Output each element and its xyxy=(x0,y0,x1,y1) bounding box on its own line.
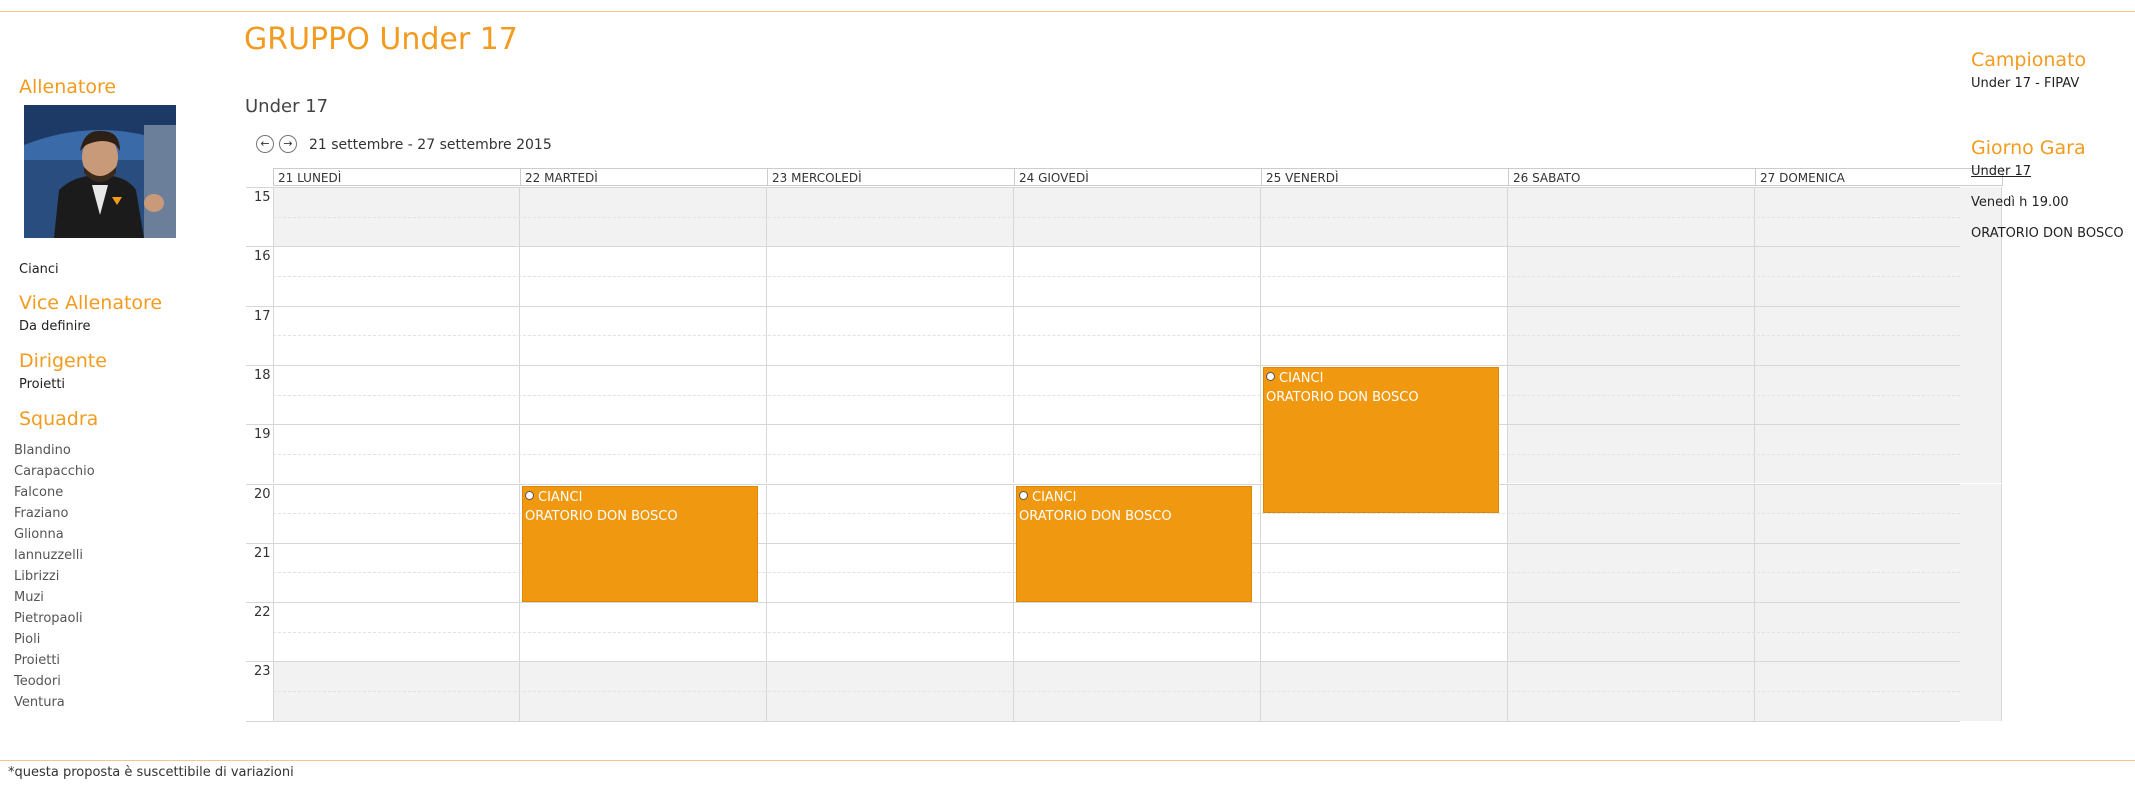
player-item: Blandino xyxy=(14,443,71,458)
calendar-event[interactable]: CIANCI ORATORIO DON BOSCO xyxy=(1016,485,1252,603)
hour-label: 15 xyxy=(254,190,271,205)
team-title: Squadra xyxy=(19,408,99,430)
event-place: ORATORIO DON BOSCO xyxy=(1266,389,1419,405)
date-range: 21 settembre - 27 settembre 2015 xyxy=(309,137,552,153)
vice-coach-title: Vice Allenatore xyxy=(19,292,163,314)
grid-bottom-line xyxy=(246,720,1960,722)
day-header: 26 SABATO xyxy=(1508,168,1756,186)
event-coach: CIANCI xyxy=(1032,489,1077,505)
coach-name: Cianci xyxy=(19,262,59,277)
player-item: Falcone xyxy=(14,485,64,500)
league-value: Under 17 - FIPAV xyxy=(1971,76,2080,91)
league-title: Campionato xyxy=(1971,49,2087,71)
vice-coach-name: Da definire xyxy=(19,319,91,334)
match-time: Venedì h 19.00 xyxy=(1971,195,2069,210)
footnote: *questa proposta è suscettibile di varia… xyxy=(8,765,294,780)
player-item: Pietropaoli xyxy=(14,611,83,626)
hour-label: 22 xyxy=(254,605,271,621)
match-group-link[interactable]: Under 17 xyxy=(1971,164,2031,179)
arrow-right-icon: → xyxy=(283,137,293,150)
previous-week-button[interactable]: ← xyxy=(256,135,274,153)
calendar-event[interactable]: CIANCI ORATORIO DON BOSCO xyxy=(1263,366,1499,514)
next-week-button[interactable]: → xyxy=(279,135,297,153)
ball-icon xyxy=(525,490,534,500)
half-hour-line xyxy=(273,394,1960,396)
half-hour-line xyxy=(273,216,1960,218)
player-item: Ventura xyxy=(14,695,65,710)
player-item: Librizzi xyxy=(14,569,60,584)
player-item: Iannuzzelli xyxy=(14,548,83,563)
event-title: CIANCI xyxy=(1266,371,1496,386)
player-item: Pioli xyxy=(14,632,41,647)
bottom-divider xyxy=(0,760,2135,761)
player-list: Blandino Carapacchio Falcone Fraziano Glionn… xyxy=(14,440,95,713)
coach-title: Allenatore xyxy=(19,76,117,98)
ball-icon xyxy=(1019,490,1028,500)
day-header: 23 MERCOLEDÌ xyxy=(767,168,1015,186)
half-hour-line xyxy=(273,275,1960,277)
event-title: CIANCI xyxy=(525,490,755,505)
hour-label: 17 xyxy=(254,308,271,324)
event-coach: CIANCI xyxy=(538,489,583,505)
half-hour-line xyxy=(273,631,1960,633)
player-item: Proietti xyxy=(14,653,61,668)
ball-icon xyxy=(1266,371,1275,381)
day-header: 27 DOMENICA xyxy=(1755,168,2003,186)
hour-label: 19 xyxy=(254,427,271,443)
match-day-title: Giorno Gara xyxy=(1971,137,2086,159)
player-item: Glionna xyxy=(14,527,64,542)
group-subtitle: Under 17 xyxy=(245,96,329,117)
hour-label: 21 xyxy=(254,545,271,561)
arrow-left-icon: ← xyxy=(260,137,270,150)
manager-name: Proietti xyxy=(19,377,66,392)
page-title: GRUPPO Under 17 xyxy=(244,22,518,57)
day-header: 25 VENERDÌ xyxy=(1261,168,1509,186)
event-coach: CIANCI xyxy=(1279,370,1324,386)
calendar-event[interactable]: CIANCI ORATORIO DON BOSCO xyxy=(522,485,758,603)
coach-photo xyxy=(24,105,176,238)
calendar-grid: 15 16 17 18 19 20 21 22 23 CIANCI ORATORIO DON BOS… xyxy=(246,187,2002,722)
event-place: ORATORIO DON BOSCO xyxy=(1019,508,1172,524)
half-hour-line xyxy=(273,453,1960,455)
player-item: Muzi xyxy=(14,590,44,605)
manager-title: Dirigente xyxy=(19,350,107,372)
day-header: 22 MARTEDÌ xyxy=(520,168,768,186)
top-divider xyxy=(0,11,2135,12)
player-item: Carapacchio xyxy=(14,464,95,479)
hour-label: 18 xyxy=(254,367,271,383)
day-header: 24 GIOVEDÌ xyxy=(1014,168,1262,186)
event-title: CIANCI xyxy=(1019,490,1249,505)
day-header: 21 LUNEDÌ xyxy=(273,168,521,186)
hour-label: 16 xyxy=(254,249,271,265)
half-hour-line xyxy=(273,691,1960,693)
hour-label: 23 xyxy=(254,664,271,680)
hour-label: 20 xyxy=(254,486,271,502)
player-item: Teodori xyxy=(14,674,61,689)
player-item: Fraziano xyxy=(14,506,69,521)
match-place: ORATORIO DON BOSCO xyxy=(1971,226,2124,241)
event-place: ORATORIO DON BOSCO xyxy=(525,508,678,524)
half-hour-line xyxy=(273,335,1960,337)
weekly-calendar: 21 LUNEDÌ 22 MARTEDÌ 23 MERCOLEDÌ 24 GIOVED… xyxy=(246,168,2003,723)
